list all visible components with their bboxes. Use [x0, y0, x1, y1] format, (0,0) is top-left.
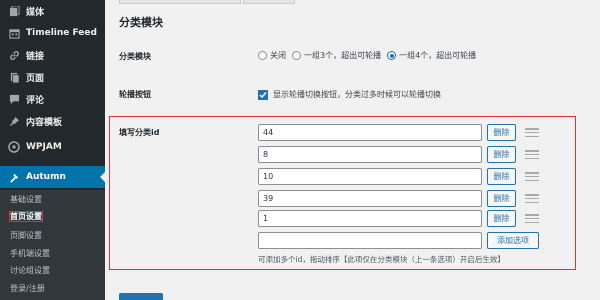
radio-option-off[interactable]: 关闭: [258, 50, 286, 61]
sidebar-item-label: Timeline Feed: [26, 28, 97, 38]
sidebar-item-media[interactable]: 媒体: [0, 0, 105, 22]
delete-button-3[interactable]: 删除: [487, 168, 516, 185]
drag-handle-icon[interactable]: [525, 172, 539, 181]
category-id-input-new[interactable]: [258, 232, 482, 249]
radio-button[interactable]: [258, 51, 267, 60]
submenu-item-login-register[interactable]: 登录/注册: [10, 283, 45, 294]
radio-option-group-3[interactable]: 一组3个，超出可轮播: [292, 50, 381, 61]
category-id-input-5[interactable]: 1: [258, 210, 482, 227]
carousel-checkbox[interactable]: [258, 89, 268, 100]
add-option-button[interactable]: 添加选项: [487, 232, 539, 249]
category-id-input-4[interactable]: 39: [258, 190, 482, 207]
sidebar-item-links[interactable]: 链接: [0, 44, 105, 66]
drag-handle-icon[interactable]: [525, 194, 539, 203]
submenu-item-basic-settings[interactable]: 基础设置: [10, 194, 42, 205]
link-icon: [8, 49, 20, 61]
hammer-icon: [8, 171, 20, 183]
drag-handle-icon[interactable]: [525, 214, 539, 223]
top-tab[interactable]: [119, 0, 241, 4]
delete-button-2[interactable]: 删除: [487, 146, 516, 163]
delete-button-4[interactable]: 删除: [487, 190, 516, 207]
radio-button-selected[interactable]: [387, 51, 397, 60]
submenu-item-homepage-settings[interactable]: 首页设置: [9, 211, 43, 222]
category-id-input-2[interactable]: 8: [258, 146, 482, 163]
media-icon: [8, 5, 20, 17]
sidebar-item-comments[interactable]: 评论: [0, 88, 105, 110]
checkmark-icon: [259, 91, 267, 98]
sidebar-item-label: 评论: [26, 95, 45, 106]
top-tab-bar: [105, 0, 600, 6]
sidebar-item-content-templates[interactable]: 内容模板: [0, 110, 105, 132]
carousel-button-option: 显示轮播切换按钮，分类过多时候可以轮播切换: [258, 89, 441, 100]
autumn-submenu: 基础设置 首页设置 页脚设置 手机端设置 讨论组设置 登录/注册: [0, 190, 105, 300]
main-content: 分类模块 分类模块 关闭 一组3个，超出可轮播 一组4个，超出可轮播 轮播按钮 …: [105, 0, 600, 300]
sidebar-item-label: 媒体: [26, 7, 45, 18]
drag-handle-icon[interactable]: [525, 128, 539, 137]
admin-sidebar: 媒体 Timeline Feed 链接 页面 评论 内容模板 WPJAM Aut…: [0, 0, 105, 300]
save-button[interactable]: [119, 293, 163, 300]
sidebar-item-autumn[interactable]: Autumn: [0, 166, 105, 188]
category-module-label: 分类模块: [119, 52, 151, 61]
sidebar-item-label: Autumn: [26, 172, 66, 182]
sidebar-item-pages[interactable]: 页面: [0, 66, 105, 88]
radio-option-group-4[interactable]: 一组4个，超出可轮播: [387, 50, 476, 61]
carousel-checkbox-text: 显示轮播切换按钮，分类过多时候可以轮播切换: [273, 90, 441, 99]
category-module-radio-group: 关闭 一组3个，超出可轮播 一组4个，超出可轮播: [258, 50, 482, 61]
sidebar-item-label: WPJAM: [26, 142, 62, 152]
comment-icon: [8, 93, 20, 105]
page-icon: [8, 71, 20, 83]
category-id-input-3[interactable]: 10: [258, 168, 482, 185]
top-tab[interactable]: [243, 0, 295, 4]
category-id-input-1[interactable]: 44: [258, 124, 482, 141]
calendar-icon: [8, 27, 20, 39]
wpjam-icon: [8, 141, 20, 153]
submenu-item-footer-settings[interactable]: 页脚设置: [10, 230, 42, 241]
category-ids-label: 填写分类id: [119, 128, 160, 137]
radio-button[interactable]: [292, 51, 301, 60]
section-title: 分类模块: [119, 16, 163, 29]
delete-button-1[interactable]: 删除: [487, 124, 516, 141]
submenu-item-discussion-settings[interactable]: 讨论组设置: [10, 265, 50, 276]
delete-button-5[interactable]: 删除: [487, 210, 516, 227]
sidebar-item-label: 链接: [26, 51, 45, 62]
sidebar-item-timeline-feed[interactable]: Timeline Feed: [0, 22, 105, 44]
sidebar-item-label: 页面: [26, 73, 45, 84]
submenu-item-mobile-settings[interactable]: 手机端设置: [10, 248, 50, 259]
category-ids-hint: 可添加多个id，拖动排序【此项仅在分类模块（上一条选项）开启后生效】: [258, 255, 505, 264]
pin-icon: [8, 115, 20, 127]
sidebar-item-label: 内容模板: [26, 117, 63, 128]
carousel-button-label: 轮播按钮: [119, 90, 151, 99]
sidebar-item-wpjam[interactable]: WPJAM: [0, 136, 105, 158]
drag-handle-icon[interactable]: [525, 150, 539, 159]
